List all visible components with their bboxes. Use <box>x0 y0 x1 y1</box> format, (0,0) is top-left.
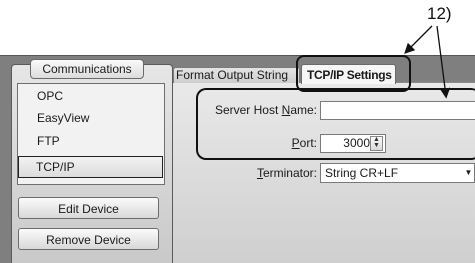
dropdown-arrow-icon[interactable]: ▼ <box>462 163 475 183</box>
terminator-label: Terminator: <box>256 166 317 180</box>
communications-section-title: Communications <box>30 59 144 79</box>
terminator-selected-value: String CR+LF <box>325 166 399 180</box>
device-list-item-opc[interactable]: OPC <box>20 86 160 106</box>
callout-highlight-fields <box>196 88 475 160</box>
edit-device-button[interactable]: Edit Device <box>18 197 159 219</box>
remove-device-button[interactable]: Remove Device <box>18 228 159 250</box>
device-list-item-tcpip[interactable]: TCP/IP <box>18 156 163 178</box>
device-list-item-ftp[interactable]: FTP <box>20 131 160 151</box>
callout-highlight-tab <box>296 55 411 92</box>
device-list-item-easyview[interactable]: EasyView <box>20 108 160 128</box>
callout-label: 12) <box>427 4 452 23</box>
tab-format-output-string[interactable]: Format Output String <box>173 67 300 83</box>
